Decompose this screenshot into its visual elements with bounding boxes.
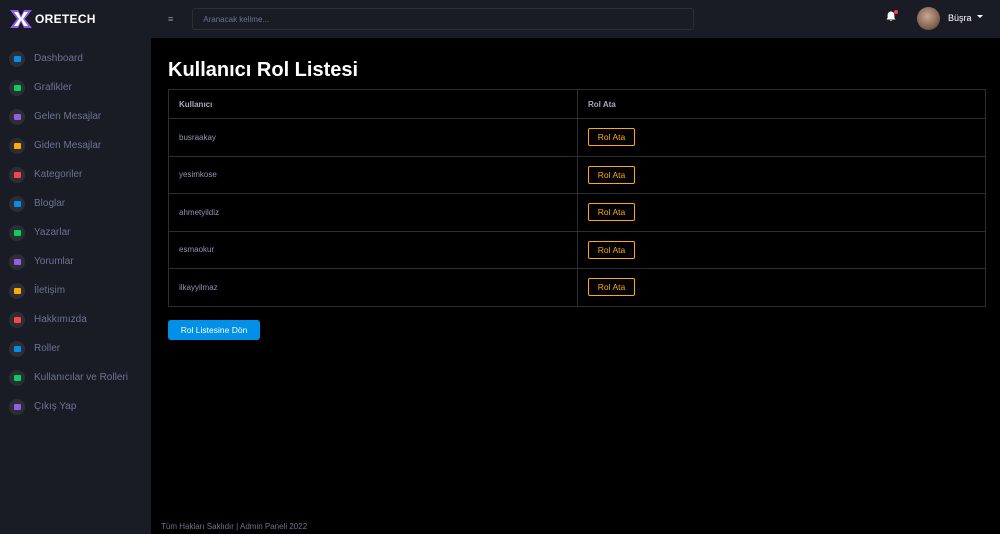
back-to-role-list-button[interactable]: Rol Listesine Dön [168, 320, 260, 340]
username-cell: yesimkose [168, 155, 578, 194]
app-root: ORETECH Dashboard Grafikler Gelen Mesajl… [0, 0, 1000, 534]
speedometer-icon [9, 50, 25, 67]
inbox-icon [9, 108, 25, 125]
avatar[interactable] [917, 7, 940, 30]
contact-icon [9, 282, 25, 299]
username-cell: esmaokur [168, 230, 578, 269]
table-row: yesimkose Rol Ata [168, 155, 986, 194]
sidebar-item-grafikler[interactable]: Grafikler [0, 73, 151, 102]
brand-logo-icon [10, 10, 32, 28]
search-box [192, 8, 695, 30]
sidebar-nav: Dashboard Grafikler Gelen Mesajlar Giden… [0, 44, 151, 421]
main-content: Kullanıcı Rol Listesi Kullanıcı Rol Ata … [151, 38, 1000, 534]
role-icon [9, 340, 25, 357]
sidebar-item-label: Dashboard [34, 53, 83, 64]
column-header-user: Kullanıcı [168, 89, 578, 119]
sidebar-item-yorumlar[interactable]: Yorumlar [0, 247, 151, 276]
blog-icon [9, 195, 25, 212]
table-row: busraakay Rol Ata [168, 118, 986, 157]
user-name[interactable]: Büşra [948, 13, 972, 23]
sidebar-item-label: Gelen Mesajlar [34, 111, 102, 122]
sidebar-item-label: Yorumlar [34, 256, 74, 267]
sidebar-item-label: Bloglar [34, 198, 66, 209]
action-cell: Rol Ata [577, 193, 986, 232]
sidebar-item-roller[interactable]: Roller [0, 334, 151, 363]
assign-role-button[interactable]: Rol Ata [588, 278, 635, 297]
chart-icon [9, 79, 25, 96]
users-icon [9, 224, 25, 241]
username-cell: busraakay [168, 118, 578, 157]
category-icon [9, 166, 25, 183]
chevron-down-icon[interactable] [977, 15, 983, 18]
sidebar-item-kullanicilar-ve-rolleri[interactable]: Kullanıcılar ve Rolleri [0, 363, 151, 392]
sidebar-item-hakkimizda[interactable]: Hakkımızda [0, 305, 151, 334]
notification-dot [894, 10, 898, 14]
user-role-table: Kullanıcı Rol Ata busraakay Rol Ata yesi… [168, 89, 986, 307]
menu-toggle-icon[interactable]: ≡ [168, 14, 173, 24]
search-input[interactable] [193, 14, 694, 24]
page-title: Kullanıcı Rol Listesi [168, 59, 359, 81]
sidebar-item-yazarlar[interactable]: Yazarlar [0, 218, 151, 247]
assign-role-button[interactable]: Rol Ata [588, 128, 635, 147]
table-header-row: Kullanıcı Rol Ata [168, 89, 986, 119]
sidebar-item-kategoriler[interactable]: Kategoriler [0, 160, 151, 189]
table-row: ilkayyilmaz Rol Ata [168, 268, 986, 307]
assign-role-button[interactable]: Rol Ata [588, 165, 635, 184]
about-icon [9, 311, 25, 328]
sidebar-item-label: Roller [34, 343, 61, 354]
sidebar-item-label: Kategoriler [34, 169, 83, 180]
sidebar-item-gelen-mesajlar[interactable]: Gelen Mesajlar [0, 102, 151, 131]
sidebar-item-bloglar[interactable]: Bloglar [0, 189, 151, 218]
sidebar-item-iletisim[interactable]: İletişim [0, 276, 151, 305]
action-cell: Rol Ata [577, 230, 986, 269]
username-cell: ahmetyildiz [168, 193, 578, 232]
action-cell: Rol Ata [577, 118, 986, 157]
topbar: ≡ Büşra [151, 0, 1000, 38]
sidebar-item-label: Giden Mesajlar [34, 140, 102, 151]
column-header-assign-role: Rol Ata [577, 89, 986, 119]
sidebar-item-label: Yazarlar [34, 227, 71, 238]
sidebar-item-label: Hakkımızda [34, 314, 87, 325]
action-cell: Rol Ata [577, 155, 986, 194]
sidebar-item-label: İletişim [34, 285, 66, 296]
brand-name: ORETECH [35, 12, 96, 26]
table-row: ahmetyildiz Rol Ata [168, 193, 986, 232]
username-cell: ilkayyilmaz [168, 268, 578, 307]
brand[interactable]: ORETECH [0, 0, 151, 38]
user-roles-icon [9, 369, 25, 386]
assign-role-button[interactable]: Rol Ata [588, 240, 635, 259]
sidebar-item-label: Çıkış Yap [34, 401, 77, 412]
sidebar-item-dashboard[interactable]: Dashboard [0, 44, 151, 73]
sidebar-item-label: Kullanıcılar ve Rolleri [34, 372, 128, 383]
assign-role-button[interactable]: Rol Ata [588, 203, 635, 222]
sidebar: ORETECH Dashboard Grafikler Gelen Mesajl… [0, 0, 151, 534]
table-row: esmaokur Rol Ata [168, 230, 986, 269]
send-icon [9, 137, 25, 154]
footer-text: Tüm Hakları Saklıdır | Admin Paneli 2022 [161, 522, 308, 531]
comment-icon [9, 253, 25, 270]
sidebar-item-cikis-yap[interactable]: Çıkış Yap [0, 392, 151, 421]
sidebar-item-label: Grafikler [34, 82, 72, 93]
logout-icon [9, 398, 25, 415]
action-cell: Rol Ata [577, 268, 986, 307]
sidebar-item-giden-mesajlar[interactable]: Giden Mesajlar [0, 131, 151, 160]
